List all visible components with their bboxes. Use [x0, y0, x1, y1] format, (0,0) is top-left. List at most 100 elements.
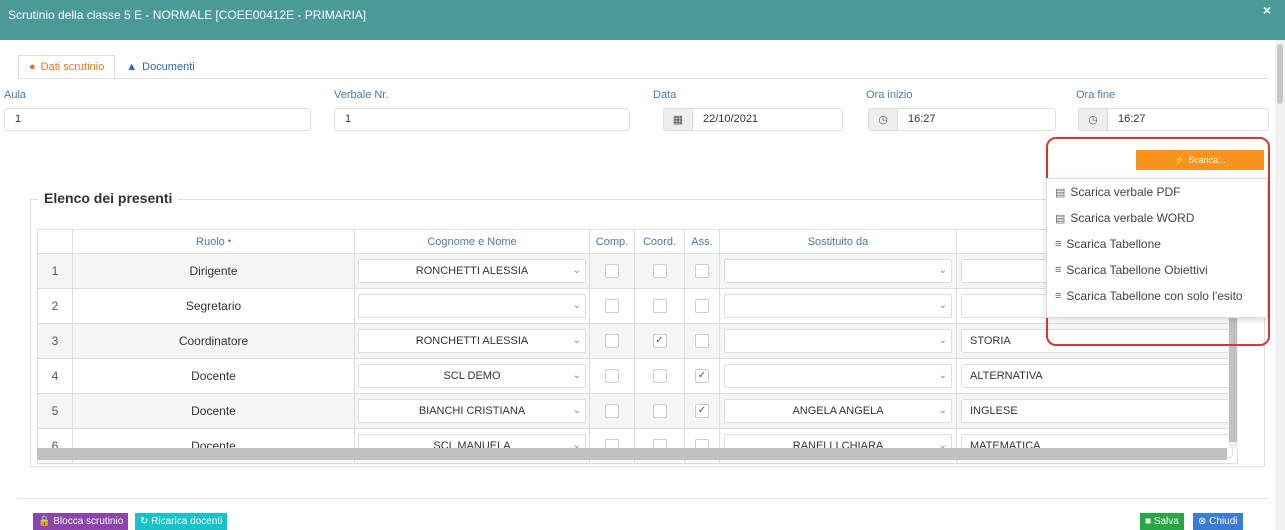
comp-checkbox[interactable]	[605, 404, 619, 419]
ricarica-docenti-button[interactable]: ↻ Ricarica docenti	[135, 513, 228, 530]
window-title: Scrutinio della classe 5 E - NORMALE [CO…	[8, 8, 367, 22]
ass-cell: ✓	[684, 393, 720, 429]
chevron-down-icon: ⌄	[572, 265, 581, 276]
menu-item-tabellone[interactable]: ≡ Scarica Tabellone	[1047, 231, 1267, 257]
list-icon: ≡	[1055, 290, 1062, 302]
sostituito-select[interactable]: ⌄	[724, 259, 952, 283]
sostituito-cell: ⌄	[719, 253, 957, 289]
col-coord: Coord.	[634, 229, 685, 254]
sostituito-select[interactable]: ANGELA ANGELA ⌄	[724, 399, 952, 423]
tab-bar: ● Dati scrutinio ▲ Documenti	[18, 55, 206, 79]
nome-value: RONCHETTI ALESSIA	[415, 265, 529, 277]
sostituito-select[interactable]: ⌄	[724, 364, 952, 388]
aula-label: Aula	[4, 89, 27, 101]
materia-cell: ALTERNATIVA	[956, 358, 1238, 394]
menu-item-tabellone-obiettivi[interactable]: ≡ Scarica Tabellone Obiettivi	[1047, 257, 1267, 283]
sostituito-select[interactable]: ⌄	[724, 329, 952, 353]
menu-item-label: Scarica Tabellone Obiettivi	[1066, 263, 1208, 277]
row-number: 1	[37, 253, 73, 289]
ora-fine-input[interactable]: 16:27	[1107, 108, 1269, 131]
table-hscroll[interactable]	[37, 448, 1227, 460]
nome-select[interactable]: SCL DEMO ⌄	[358, 364, 586, 388]
col-nome: Cognome e Nome	[354, 229, 590, 254]
list-icon: ≡	[1055, 264, 1062, 276]
comp-checkbox[interactable]	[605, 299, 619, 314]
data-label: Data	[653, 89, 677, 101]
nome-value: RONCHETTI ALESSIA	[415, 335, 529, 347]
aula-input[interactable]: 1	[4, 108, 311, 131]
tab-label: Documenti	[142, 61, 195, 73]
ass-cell	[684, 288, 720, 324]
comp-checkbox[interactable]	[605, 264, 619, 279]
page-scrollbar-thumb[interactable]	[1277, 44, 1283, 104]
coord-checkbox[interactable]	[652, 264, 667, 279]
col-comp: Comp.	[589, 229, 635, 254]
ricarica-label: Ricarica docenti	[151, 516, 223, 527]
chevron-down-icon: ⌄	[938, 335, 947, 346]
file-icon: ▤	[1055, 212, 1066, 225]
materia-input[interactable]: INGLESE	[961, 399, 1233, 423]
file-icon: ▤	[1055, 186, 1066, 199]
ruolo-cell: Dirigente	[72, 253, 355, 289]
ass-checkbox[interactable]: ✓	[695, 404, 709, 419]
nome-cell: ⌄	[354, 288, 590, 324]
data-input[interactable]: 22/10/2021	[692, 108, 843, 131]
ass-checkbox[interactable]	[695, 264, 709, 279]
menu-item-label: Scarica Tabellone	[1066, 237, 1161, 251]
tab-dati-scrutinio[interactable]: ● Dati scrutinio	[18, 55, 116, 79]
tab-divider	[18, 78, 1268, 79]
coord-checkbox[interactable]: ✓	[652, 334, 667, 349]
close-icon[interactable]: ×	[1263, 2, 1271, 18]
sostituito-cell: ⌄	[719, 323, 957, 359]
tab-documenti[interactable]: ▲ Documenti	[115, 55, 205, 79]
ora-inizio-input[interactable]: 16:27	[897, 108, 1056, 131]
coord-cell	[634, 358, 685, 394]
salva-button[interactable]: ■ Salva	[1140, 513, 1184, 530]
scarica-button[interactable]: ⚡ Scarica...	[1136, 150, 1264, 170]
comp-checkbox[interactable]	[605, 334, 619, 349]
nome-cell: BIANCHI CRISTIANA ⌄	[354, 393, 590, 429]
page-scrollbar[interactable]	[1275, 40, 1285, 530]
comp-checkbox[interactable]	[605, 369, 619, 384]
col-ruolo: Ruolo •	[72, 229, 355, 254]
warning-icon: ▲	[126, 61, 138, 73]
ass-checkbox[interactable]	[695, 299, 709, 314]
user-icon: ●	[29, 61, 36, 73]
materia-cell: INGLESE	[956, 393, 1238, 429]
sostituito-cell: ⌄	[719, 358, 957, 394]
nome-select[interactable]: ⌄	[358, 294, 586, 318]
scarica-label: Scarica...	[1188, 155, 1226, 165]
nome-select[interactable]: RONCHETTI ALESSIA ⌄	[358, 259, 586, 283]
clock-icon: ◷	[1078, 108, 1108, 131]
table-row: 5 Docente BIANCHI CRISTIANA ⌄ ✓ ANGELA ANGELA…	[37, 393, 1238, 429]
coord-cell	[634, 288, 685, 324]
nome-select[interactable]: BIANCHI CRISTIANA ⌄	[358, 399, 586, 423]
verbale-input[interactable]: 1	[334, 108, 630, 131]
materia-input[interactable]: ALTERNATIVA	[961, 364, 1233, 388]
coord-checkbox[interactable]	[652, 404, 667, 419]
row-number: 4	[37, 358, 73, 394]
comp-cell	[589, 253, 635, 289]
chevron-down-icon: ⌄	[572, 370, 581, 381]
coord-checkbox[interactable]	[652, 299, 667, 314]
reload-icon: ↻	[140, 516, 149, 527]
nome-select[interactable]: RONCHETTI ALESSIA ⌄	[358, 329, 586, 353]
section-title: Elenco dei presenti	[38, 190, 179, 206]
chevron-down-icon: ⌄	[572, 405, 581, 416]
menu-item-tabellone-esito[interactable]: ≡ Scarica Tabellone con solo l'esito	[1047, 283, 1267, 309]
menu-item-verbale-pdf[interactable]: ▤ Scarica verbale PDF	[1047, 179, 1267, 205]
menu-item-verbale-word[interactable]: ▤ Scarica verbale WORD	[1047, 205, 1267, 231]
comp-cell	[589, 393, 635, 429]
ass-checkbox[interactable]: ✓	[695, 369, 709, 384]
lock-icon: 🔒	[38, 516, 51, 527]
bolt-icon: ⚡	[1174, 155, 1186, 165]
ass-checkbox[interactable]	[695, 334, 709, 349]
chiudi-button[interactable]: ⊗ Chiudi	[1193, 513, 1243, 530]
sostituito-select[interactable]: ⌄	[724, 294, 952, 318]
blocca-scrutinio-button[interactable]: 🔒 Blocca scrutinio	[33, 513, 129, 530]
col-num	[37, 229, 73, 254]
row-number: 3	[37, 323, 73, 359]
coord-checkbox[interactable]	[652, 369, 667, 384]
table-row: 4 Docente SCL DEMO ⌄ ✓ ⌄ ALTERNATIVA	[37, 358, 1238, 394]
col-ruolo-label: Ruolo	[196, 235, 225, 248]
